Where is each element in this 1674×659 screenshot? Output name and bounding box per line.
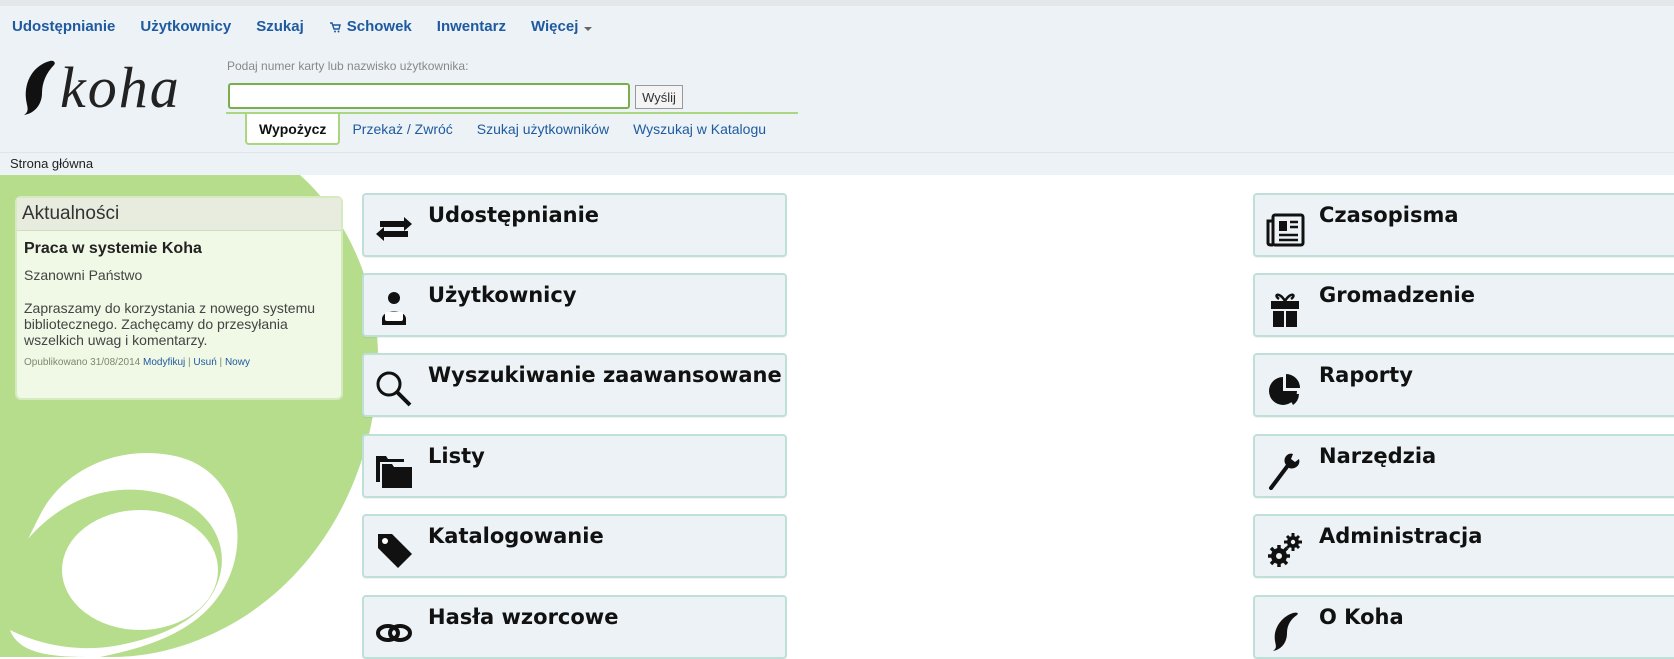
folders-icon [372,448,416,492]
header: Udostępnianie Użytkownicy Szukaj Schowek… [0,0,1674,152]
newspaper-icon [1263,207,1307,251]
module-serials-label: Czasopisma [1319,203,1459,227]
nav-cart-label: Schowek [346,18,412,35]
tab-search-patrons[interactable]: Szukaj użytkowników [465,114,621,144]
module-cataloging[interactable]: Katalogowanie [362,514,787,578]
circulation-arrows-icon [372,207,416,251]
module-tools-label: Narzędzia [1319,444,1437,468]
breadcrumb-home[interactable]: Strona główna [10,156,93,171]
news-panel: Aktualności Praca w systemie Koha Szanow… [15,196,343,400]
news-edit-link[interactable]: Modyfikuj [143,357,185,368]
nav-circulation-label: Udostępnianie [12,18,116,35]
module-circulation-label: Udostępnianie [428,203,600,227]
module-cataloging-label: Katalogowanie [428,524,604,548]
module-authorities[interactable]: Hasła wzorcowe [362,595,787,659]
checkout-tabs: Wypożycz Przekaż / Zwróć Szukaj użytkown… [245,113,778,145]
module-tools[interactable]: Narzędzia [1253,434,1674,498]
nav-inventory-label: Inwentarz [436,18,506,35]
module-lists-label: Listy [428,444,485,468]
submit-button[interactable]: Wyślij [635,85,683,109]
news-separator: | [188,357,191,368]
module-administration[interactable]: Administracja [1253,514,1674,578]
module-advanced-search[interactable]: Wyszukiwanie zaawansowane [362,353,787,417]
tab-checkin[interactable]: Przekaż / Zwróć [340,114,464,144]
gears-icon [1263,528,1307,572]
news-item-title: Praca w systemie Koha [24,240,202,257]
module-lists[interactable]: Listy [362,434,787,498]
top-navigation: Udostępnianie Użytkownicy Szukaj Schowek… [12,18,617,35]
koha-leaf-icon [1263,609,1307,653]
module-advanced-search-label: Wyszukiwanie zaawansowane [428,363,782,387]
nav-search-link[interactable]: Szukaj [256,18,304,35]
cart-icon [329,21,341,32]
koha-logo[interactable]: koha [20,56,181,120]
nav-patrons-label: Użytkownicy [140,18,232,35]
nav-patrons-link[interactable]: Użytkownicy [140,18,231,35]
module-reports-label: Raporty [1319,363,1413,387]
module-acquisitions[interactable]: Gromadzenie [1253,273,1674,337]
module-acquisitions-label: Gromadzenie [1319,283,1475,307]
module-patrons[interactable]: Użytkownicy [362,273,787,337]
caret-down-icon [584,26,593,31]
news-item-text: Zapraszamy do korzystania z nowego syste… [24,300,316,348]
pie-chart-icon [1263,367,1307,411]
tab-search-catalog[interactable]: Wyszukaj w Katalogu [621,114,778,144]
module-authorities-label: Hasła wzorcowe [428,605,619,629]
wrench-icon [1263,448,1307,492]
module-administration-label: Administracja [1319,524,1483,548]
tag-icon [372,528,416,572]
news-separator: | [219,357,223,368]
nav-search-label: Szukaj [256,18,304,35]
module-about-koha-label: O Koha [1319,605,1404,629]
nav-circulation-link[interactable]: Udostępnianie [12,18,115,35]
magnifier-icon [372,367,416,411]
module-serials[interactable]: Czasopisma [1253,193,1674,257]
tab-checkout[interactable]: Wypożycz [245,113,341,145]
news-item: Praca w systemie Koha Szanowni Państwo Z… [17,231,341,375]
news-delete-link[interactable]: Usuń [193,357,216,368]
nav-inventory-link[interactable]: Inwentarz [437,18,506,35]
module-about-koha[interactable]: O Koha [1253,595,1674,659]
module-patrons-label: Użytkownicy [428,283,577,307]
nav-cart-link[interactable]: Schowek [329,18,412,35]
checkout-field-label: Podaj numer karty lub nazwisko użytkowni… [227,59,469,73]
patron-icon [372,287,416,331]
news-panel-title: Aktualności [17,198,341,231]
news-new-link[interactable]: Nowy [225,357,250,368]
news-item-meta: Opublikowano 31/08/2014 Modyfikuj | Usuń… [24,357,334,368]
news-item-greeting: Szanowni Państwo [24,267,143,283]
koha-leaf-icon [24,60,55,115]
koha-wordmark: koha [60,55,181,120]
nav-more-label: Więcej [530,18,579,35]
breadcrumb: Strona główna [0,152,1674,175]
module-reports[interactable]: Raporty [1253,353,1674,417]
chain-link-icon [372,609,416,653]
gift-icon [1263,287,1307,331]
patron-search-input[interactable] [228,83,630,109]
nav-more-menu[interactable]: Więcej [530,18,593,35]
module-circulation[interactable]: Udostępnianie [362,193,787,257]
news-published-date: Opublikowano 31/08/2014 [24,357,141,368]
